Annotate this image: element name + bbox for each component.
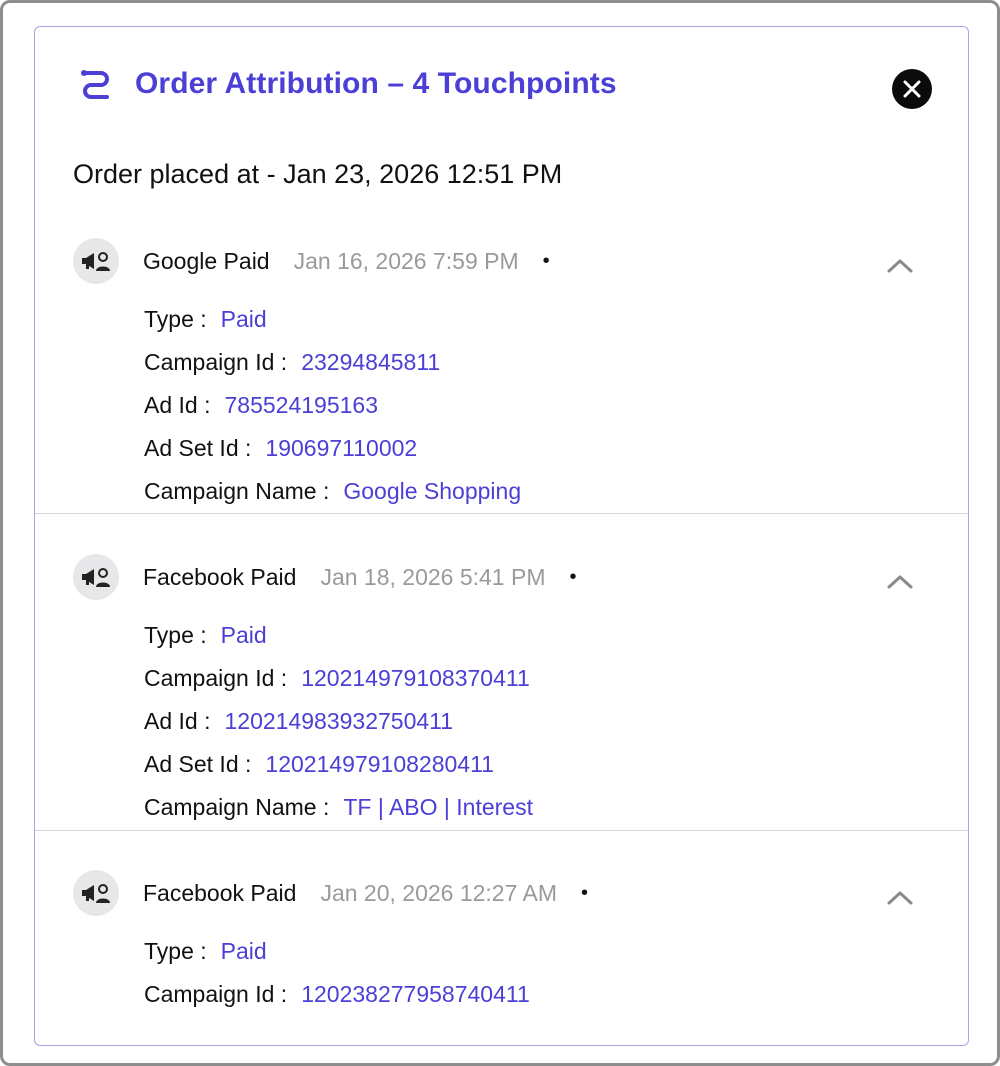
touchpoint-header: Google Paid Jan 16, 2026 7:59 PM •	[73, 238, 550, 284]
touchpoint-header: Facebook Paid Jan 20, 2026 12:27 AM •	[73, 870, 588, 916]
detail-row-ad-set-id: Ad Set Id : 190697110002	[144, 427, 521, 470]
detail-value: TF | ABO | Interest	[343, 794, 533, 820]
detail-row-campaign-id: Campaign Id : 23294845811	[144, 341, 521, 384]
route-icon	[79, 67, 113, 101]
touchpoint-time: Jan 16, 2026 7:59 PM	[293, 247, 519, 274]
detail-value: Google Shopping	[343, 478, 522, 504]
close-icon	[903, 80, 921, 98]
detail-label: Campaign Id :	[144, 981, 288, 1007]
chevron-up-icon[interactable]	[885, 256, 915, 276]
detail-value: Paid	[220, 306, 267, 332]
touchpoint-item: Facebook Paid Jan 18, 2026 5:41 PM • Typ…	[35, 554, 968, 831]
detail-label: Type :	[144, 622, 207, 648]
touchpoint-details: Type : Paid Campaign Id : 23294845811 Ad I…	[144, 298, 521, 513]
detail-value: 190697110002	[265, 435, 418, 461]
detail-label: Campaign Id :	[144, 349, 288, 375]
panel-title: Order Attribution – 4 Touchpoints	[135, 67, 617, 100]
detail-value: 120214979108280411	[265, 751, 494, 777]
detail-value: 23294845811	[301, 349, 441, 375]
detail-row-ad-id: Ad Id : 120214983932750411	[144, 700, 533, 743]
detail-row-ad-set-id: Ad Set Id : 120214979108280411	[144, 743, 533, 786]
close-button[interactable]	[892, 69, 932, 109]
panel-header: Order Attribution – 4 Touchpoints	[79, 67, 617, 101]
touchpoint-time: Jan 20, 2026 12:27 AM	[320, 879, 558, 906]
detail-value: Paid	[220, 938, 267, 964]
detail-label: Campaign Id :	[144, 665, 288, 691]
detail-value: Paid	[220, 622, 267, 648]
detail-label: Ad Id :	[144, 708, 211, 734]
touchpoint-source: Google Paid	[143, 247, 270, 274]
detail-value: 785524195163	[224, 392, 378, 418]
detail-label: Ad Set Id :	[144, 435, 252, 461]
detail-row-type: Type : Paid	[144, 298, 521, 341]
order-placed-line: Order placed at - Jan 23, 2026 12:51 PM	[73, 159, 562, 190]
detail-value: 120238277958740411	[301, 981, 530, 1007]
megaphone-user-icon	[73, 870, 119, 916]
chevron-up-icon[interactable]	[885, 572, 915, 592]
touchpoint-time: Jan 18, 2026 5:41 PM	[320, 563, 546, 590]
detail-row-campaign-id: Campaign Id : 120214979108370411	[144, 657, 533, 700]
detail-value: 120214983932750411	[224, 708, 454, 734]
detail-label: Ad Set Id :	[144, 751, 252, 777]
detail-row-type: Type : Paid	[144, 930, 530, 973]
order-placed-label: Order placed at -	[73, 159, 284, 189]
detail-label: Campaign Name :	[144, 478, 330, 504]
detail-row-ad-id: Ad Id : 785524195163	[144, 384, 521, 427]
touchpoint-source: Facebook Paid	[143, 879, 297, 906]
touchpoint-source: Facebook Paid	[143, 563, 297, 590]
detail-label: Type :	[144, 938, 207, 964]
window-frame: Order Attribution – 4 Touchpoints Order …	[0, 0, 1000, 1066]
touchpoint-item: Facebook Paid Jan 20, 2026 12:27 AM • Ty…	[35, 870, 968, 1040]
separator-dot: •	[569, 565, 577, 588]
touchpoint-header: Facebook Paid Jan 18, 2026 5:41 PM •	[73, 554, 577, 600]
separator-dot: •	[542, 249, 550, 272]
touchpoint-details: Type : Paid Campaign Id : 1202149791083704…	[144, 614, 533, 829]
megaphone-user-icon	[73, 238, 119, 284]
detail-row-campaign-name: Campaign Name : Google Shopping	[144, 470, 521, 513]
detail-row-type: Type : Paid	[144, 614, 533, 657]
detail-label: Campaign Name :	[144, 794, 330, 820]
chevron-up-icon[interactable]	[885, 888, 915, 908]
attribution-panel: Order Attribution – 4 Touchpoints Order …	[34, 26, 969, 1046]
detail-row-campaign-id: Campaign Id : 120238277958740411	[144, 973, 530, 1016]
detail-label: Ad Id :	[144, 392, 211, 418]
separator-dot: •	[581, 881, 589, 904]
detail-label: Type :	[144, 306, 207, 332]
detail-row-campaign-name: Campaign Name : TF | ABO | Interest	[144, 786, 533, 829]
touchpoint-details: Type : Paid Campaign Id : 1202382779587404…	[144, 930, 530, 1016]
detail-value: 120214979108370411	[301, 665, 530, 691]
megaphone-user-icon	[73, 554, 119, 600]
order-placed-datetime: Jan 23, 2026 12:51 PM	[283, 159, 563, 189]
touchpoint-item: Google Paid Jan 16, 2026 7:59 PM • Type …	[35, 238, 968, 514]
